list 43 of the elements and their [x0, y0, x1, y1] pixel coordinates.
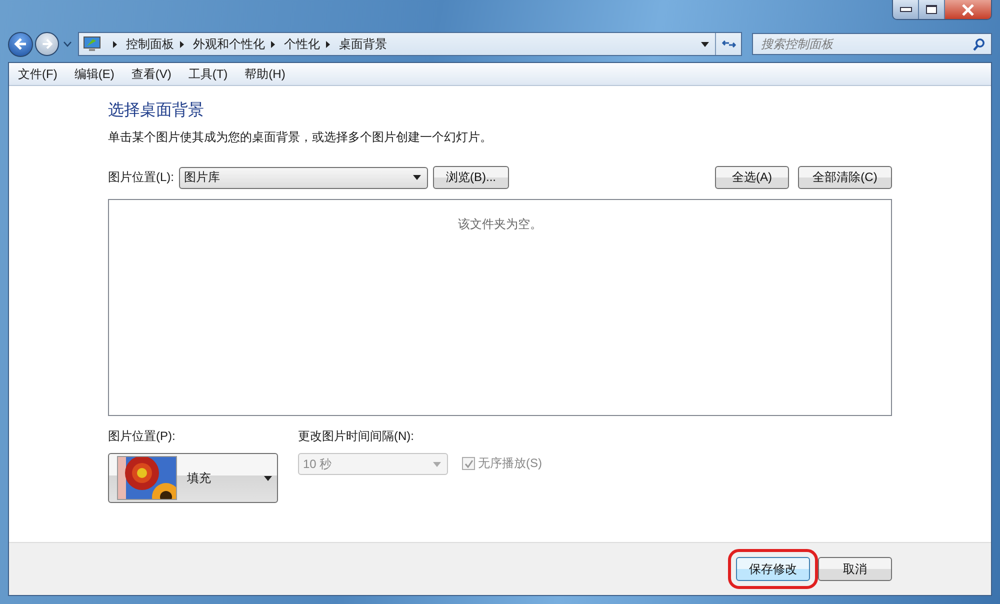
- dropdown-arrow-icon[interactable]: [701, 42, 709, 46]
- menu-item[interactable]: 文件(F): [18, 66, 58, 82]
- maximize-button[interactable]: [919, 0, 945, 19]
- menu-item[interactable]: 编辑(E): [74, 66, 114, 82]
- dropdown-arrow-icon: [413, 175, 421, 180]
- empty-message: 该文件夹为空。: [458, 216, 542, 233]
- select-all-button[interactable]: 全选(A): [715, 166, 789, 189]
- close-button[interactable]: [945, 0, 991, 19]
- address-bar[interactable]: 控制面板 外观和个性化 个性化 桌面背景: [78, 32, 742, 56]
- menu-item[interactable]: 查看(V): [131, 66, 172, 82]
- dropdown-arrow-icon: [433, 462, 441, 466]
- chevron-icon[interactable]: [271, 40, 275, 48]
- minimize-button[interactable]: [893, 0, 919, 19]
- chevron-icon[interactable]: [326, 40, 330, 48]
- back-arrow-icon: [14, 37, 28, 51]
- refresh-icon: [722, 38, 736, 50]
- location-dropdown[interactable]: 图片库: [179, 166, 428, 188]
- chevron-icon[interactable]: [113, 40, 117, 48]
- menu-item[interactable]: 帮助(H): [244, 66, 286, 82]
- dropdown-arrow-icon: [264, 476, 272, 480]
- breadcrumb-item[interactable]: 桌面背景: [339, 36, 387, 52]
- location-label: 图片位置(L):: [108, 169, 174, 186]
- clear-all-button[interactable]: 全部清除(C): [798, 166, 892, 189]
- checkmark-icon: [464, 458, 474, 468]
- search-icon: [973, 38, 985, 51]
- breadcrumb-item[interactable]: 外观和个性化: [193, 36, 265, 52]
- page-heading: 选择桌面背景: [108, 100, 205, 121]
- position-dropdown[interactable]: 填充: [108, 453, 278, 503]
- browse-button[interactable]: 浏览(B)...: [433, 166, 509, 189]
- breadcrumb-item[interactable]: 个性化: [284, 36, 320, 52]
- position-label: 图片位置(P):: [108, 428, 176, 445]
- back-button[interactable]: [8, 32, 33, 56]
- forward-arrow-icon: [41, 38, 53, 50]
- close-icon: [961, 4, 975, 16]
- interval-label: 更改图片时间间隔(N):: [298, 428, 415, 445]
- dialog-button[interactable]: 取消: [818, 557, 892, 581]
- forward-button[interactable]: [35, 32, 59, 56]
- menu-item[interactable]: 工具(T): [188, 66, 228, 82]
- control-panel-icon: [83, 36, 101, 52]
- chevron-icon[interactable]: [180, 40, 184, 48]
- breadcrumb-item[interactable]: 控制面板: [126, 36, 174, 52]
- search-field[interactable]: 搜索控制面板: [752, 33, 992, 55]
- description-text: 单击某个图片使其成为您的桌面背景，或选择多个图片创建一个幻灯片。: [108, 129, 493, 146]
